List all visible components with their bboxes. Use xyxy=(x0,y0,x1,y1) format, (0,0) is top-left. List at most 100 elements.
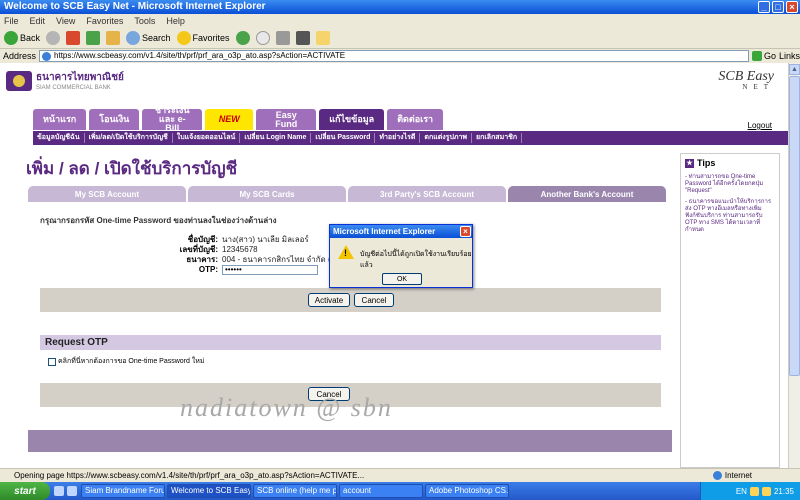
subnav-add-account[interactable]: เพิ่ม/ลด/เปิดใช้บริการบัญชี xyxy=(85,133,173,143)
page-title: เพิ่ม / ลด / เปิดใช้บริการบัญชี xyxy=(26,159,238,178)
request-otp-header: Request OTP xyxy=(40,335,661,350)
main-nav: หน้าแรก โอนเงิน ชำระเงิน และ e-Bill NEW … xyxy=(33,106,444,133)
task-scb-easy[interactable]: Welcome to SCB Easy... xyxy=(167,484,251,498)
brand-sub: NET xyxy=(742,83,774,91)
search-button[interactable]: Search xyxy=(126,31,171,45)
tab-my-scb-account[interactable]: My SCB Account xyxy=(28,186,186,202)
form-row-account-name: ชื่อบัญชี: นาง(สาว) นาเลีย มิลเลอร์ xyxy=(150,235,359,245)
address-input[interactable]: https://www.scbeasy.com/v1.4/site/th/prf… xyxy=(39,50,749,62)
nav-transfer[interactable]: โอนเงิน xyxy=(89,109,140,130)
tip-item: - ธนาคารขอแนะนำให้บริการการส่ง OTP ทางอี… xyxy=(685,199,772,233)
back-arrow-icon xyxy=(4,31,18,45)
subnav-my-account[interactable]: ข้อมูลบัญชีฉัน xyxy=(33,133,85,143)
request-otp-option[interactable]: คลิกที่นี่หากต้องการขอ One-time Password… xyxy=(48,356,204,367)
dialog-ok-button[interactable]: OK xyxy=(382,273,422,285)
form-row-account-number: เลขที่บัญชี: 12345678 xyxy=(150,245,359,255)
scroll-up-icon[interactable]: ▲ xyxy=(789,64,800,75)
menu-view[interactable]: View xyxy=(56,14,75,28)
dialog-close-button[interactable]: × xyxy=(460,226,471,237)
folder-icon[interactable] xyxy=(315,31,330,45)
watermark-text: nadiatown @ sbn xyxy=(180,393,393,422)
forward-button[interactable] xyxy=(46,31,61,45)
otp-label: OTP: xyxy=(198,265,218,274)
activate-button[interactable]: Activate xyxy=(308,293,350,307)
task-siam-brandname[interactable]: Siam Brandname Foru... xyxy=(81,484,165,498)
account-name-value: นาง(สาว) นาเลีย มิลเลอร์ xyxy=(222,235,309,244)
otp-input[interactable]: •••••• xyxy=(222,265,318,275)
search-icon xyxy=(126,31,141,45)
window-titlebar: Welcome to SCB Easy Net - Microsoft Inte… xyxy=(0,0,800,14)
maximize-button[interactable]: □ xyxy=(772,1,784,13)
ie-launch-icon[interactable] xyxy=(54,486,64,496)
links-label[interactable]: Links xyxy=(779,51,800,61)
tips-title: Tips xyxy=(697,158,716,168)
menu-tools[interactable]: Tools xyxy=(134,14,155,28)
back-button[interactable]: Back xyxy=(4,31,40,45)
print-icon[interactable] xyxy=(275,31,290,45)
account-tabs: My SCB Account My SCB Cards 3rd Party's … xyxy=(28,186,666,202)
tray-icon[interactable] xyxy=(749,486,759,496)
nav-contact[interactable]: ติดต่อเรา xyxy=(387,109,444,130)
go-label: Go xyxy=(763,51,776,61)
scroll-thumb[interactable] xyxy=(789,76,800,376)
language-indicator[interactable]: EN xyxy=(736,487,747,496)
dialog-message: บัญชีต่อไปนี้ได้ถูกเปิดใช้งานเรียบร้อยแล… xyxy=(360,251,472,269)
mail-icon[interactable] xyxy=(255,31,270,45)
security-zone: Internet xyxy=(712,469,752,482)
form-row-otp: OTP: •••••• xyxy=(150,265,359,275)
subnav-decorate[interactable]: ตกแต่งรูปภาพ xyxy=(420,133,473,143)
bank-logo[interactable]: ธนาคารไทยพาณิชย์ SIAM COMMERCIAL BANK xyxy=(6,70,124,91)
task-scb-online[interactable]: SCB online (help me p... xyxy=(253,484,337,498)
tray-icon[interactable] xyxy=(761,486,771,496)
home-icon[interactable] xyxy=(106,31,121,45)
vertical-scrollbar[interactable]: ▲ xyxy=(788,63,800,468)
tab-another-bank-account[interactable]: Another Bank's Account xyxy=(508,186,666,202)
favorites-button[interactable]: Favorites xyxy=(176,31,230,45)
edit-icon[interactable] xyxy=(295,31,310,45)
tab-3rd-party-account[interactable]: 3rd Party's SCB Account xyxy=(348,186,506,202)
menu-favorites[interactable]: Favorites xyxy=(86,14,123,28)
brand-name: SCB Easy xyxy=(718,69,774,84)
logout-link[interactable]: Logout xyxy=(748,121,772,130)
nav-new[interactable]: NEW xyxy=(205,109,254,130)
go-button[interactable]: Go xyxy=(751,51,776,61)
subnav-howto[interactable]: ทำอย่างไรดี xyxy=(375,133,421,143)
address-url: https://www.scbeasy.com/v1.4/site/th/prf… xyxy=(54,51,346,60)
bank-subname: SIAM COMMERCIAL BANK xyxy=(36,85,111,91)
subnav-cancel-member[interactable]: ยกเลิกสมาชิก xyxy=(472,133,523,143)
taskbar: start Siam Brandname Foru... Welcome to … xyxy=(0,482,800,500)
task-account-folder[interactable]: account xyxy=(339,484,423,498)
task-photoshop[interactable]: Adobe Photoshop CS... xyxy=(425,484,509,498)
account-name-label: ชื่อบัญชี: xyxy=(187,235,218,244)
subnav-change-login[interactable]: เปลี่ยน Login Name xyxy=(240,133,312,143)
back-label: Back xyxy=(20,33,41,43)
scb-emblem-icon xyxy=(6,70,32,91)
menu-edit[interactable]: Edit xyxy=(30,14,46,28)
history-icon[interactable] xyxy=(235,31,250,45)
request-otp-checkbox[interactable] xyxy=(48,357,56,366)
window-title: Welcome to SCB Easy Net - Microsoft Inte… xyxy=(4,1,266,12)
subnav-change-password[interactable]: เปลี่ยน Password xyxy=(311,133,376,143)
star-icon xyxy=(176,31,191,45)
activate-button-strip: Activate Cancel xyxy=(40,288,661,312)
subnav-estatement[interactable]: ใบแจ้งยอดออนไลน์ xyxy=(173,133,241,143)
system-tray: EN 21:35 xyxy=(700,482,800,500)
start-button[interactable]: start xyxy=(0,482,50,500)
minimize-button[interactable]: _ xyxy=(758,1,770,13)
favorites-label: Favorites xyxy=(192,33,230,43)
nav-home[interactable]: หน้าแรก xyxy=(33,109,87,130)
clock: 21:35 xyxy=(773,486,794,496)
stop-icon[interactable] xyxy=(66,31,81,45)
refresh-icon[interactable] xyxy=(86,31,101,45)
request-otp-option-label: คลิกที่นี่หากต้องการขอ One-time Password… xyxy=(58,358,205,365)
nav-payment[interactable]: ชำระเงิน และ e-Bill xyxy=(142,106,203,133)
menu-file[interactable]: File xyxy=(4,14,19,28)
cancel-button[interactable]: Cancel xyxy=(354,293,394,307)
tab-my-scb-cards[interactable]: My SCB Cards xyxy=(188,186,346,202)
desktop-icon[interactable] xyxy=(67,486,77,496)
menu-help[interactable]: Help xyxy=(166,14,185,28)
close-window-button[interactable]: × xyxy=(786,1,798,13)
nav-easy-fund[interactable]: Easy Fund xyxy=(256,109,317,130)
nav-edit-info[interactable]: แก้ไขข้อมูล xyxy=(319,109,385,130)
alert-dialog: Microsoft Internet Explorer × ! บัญชีต่อ… xyxy=(329,224,473,288)
